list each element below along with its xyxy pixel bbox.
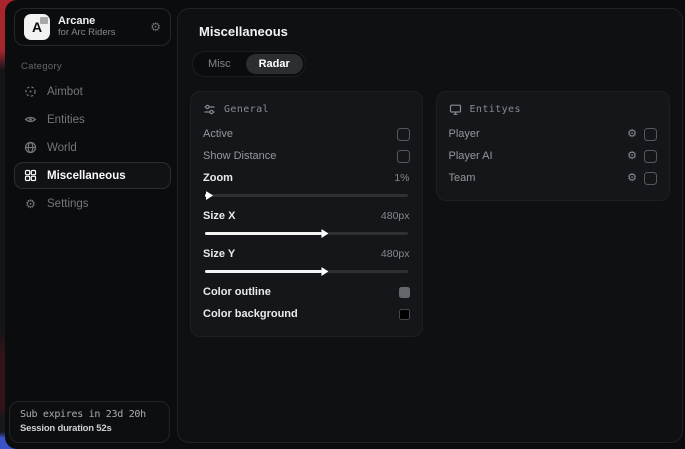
team-gear-icon[interactable]: ⚙ [627, 173, 637, 184]
desktop-background: A Arcane for Arc Riders ⚙ Category Aimbo… [0, 0, 685, 449]
session-duration-text: Session duration 52s [20, 423, 159, 434]
sidebar-item-miscellaneous[interactable]: Miscellaneous [14, 162, 171, 189]
size-x-label: Size X [203, 210, 235, 222]
zoom-slider-thumb[interactable] [206, 191, 213, 200]
color-background-swatch[interactable] [399, 309, 410, 320]
settings-gear-icon[interactable]: ⚙ [150, 20, 161, 34]
player-ai-gear-icon[interactable]: ⚙ [627, 151, 637, 162]
globe-icon [24, 141, 37, 154]
crosshair-icon [24, 85, 37, 98]
active-label: Active [203, 128, 233, 140]
team-checkbox[interactable] [644, 172, 657, 185]
zoom-value: 1% [394, 172, 409, 184]
page-title: Miscellaneous [199, 24, 670, 39]
sidebar-item-label: Entities [47, 114, 85, 126]
logo-notch [40, 17, 48, 24]
sidebar-item-label: Miscellaneous [47, 170, 126, 182]
app-name: Arcane [58, 15, 142, 28]
color-outline-row: Color outline [203, 281, 410, 303]
size-x-slider-thumb[interactable] [321, 229, 328, 238]
entities-card: Entityes Player ⚙ Player AI ⚙ [436, 91, 671, 201]
size-x-slider[interactable] [205, 228, 408, 238]
color-background-label: Color background [203, 308, 298, 320]
sub-expires-text: Sub expires in 23d 20h [20, 409, 159, 420]
monitor-icon [449, 103, 462, 116]
sidebar-item-label: Aimbot [47, 86, 83, 98]
player-checkbox[interactable] [644, 128, 657, 141]
active-checkbox[interactable] [397, 128, 410, 141]
scan-eye-icon [24, 113, 37, 126]
sidebar-item-label: Settings [47, 198, 89, 210]
show-distance-label: Show Distance [203, 150, 276, 162]
zoom-slider-track[interactable] [205, 194, 408, 197]
show-distance-row: Show Distance [203, 145, 410, 167]
sidebar-item-aimbot[interactable]: Aimbot [14, 78, 171, 105]
size-y-slider-thumb[interactable] [321, 267, 328, 276]
player-ai-label: Player AI [449, 150, 493, 162]
zoom-label: Zoom [203, 172, 233, 184]
player-ai-row: Player AI ⚙ [449, 145, 658, 167]
main-panel: Miscellaneous Misc Radar Gene [177, 8, 683, 443]
size-y-value: 480px [381, 248, 410, 260]
player-ai-checkbox[interactable] [644, 150, 657, 163]
gear-icon: ⚙ [24, 197, 37, 210]
color-outline-label: Color outline [203, 286, 271, 298]
app-window: A Arcane for Arc Riders ⚙ Category Aimbo… [5, 0, 685, 449]
app-tagline: for Arc Riders [58, 28, 142, 39]
general-card-header: General [203, 103, 410, 116]
sidebar-item-world[interactable]: World [14, 134, 171, 161]
zoom-row: Zoom 1% [203, 167, 410, 189]
general-card-title: General [224, 104, 269, 115]
player-row: Player ⚙ [449, 123, 658, 145]
general-card: General Active Show Distance Zoom 1% [190, 91, 423, 337]
entities-card-title: Entityes [470, 104, 521, 115]
entities-card-header: Entityes [449, 103, 658, 116]
team-label: Team [449, 172, 476, 184]
size-y-row: Size Y 480px [203, 243, 410, 265]
team-controls: ⚙ [627, 172, 657, 185]
subscription-info-card: Sub expires in 23d 20h Session duration … [9, 401, 170, 443]
sidebar-item-settings[interactable]: ⚙ Settings [14, 190, 171, 217]
grid-icon [24, 169, 37, 182]
team-row: Team ⚙ [449, 167, 658, 189]
color-outline-swatch[interactable] [399, 287, 410, 298]
tab-misc[interactable]: Misc [195, 54, 244, 74]
category-label: Category [21, 61, 171, 72]
player-gear-icon[interactable]: ⚙ [627, 129, 637, 140]
sidebar-item-entities[interactable]: Entities [14, 106, 171, 133]
sidebar-nav: Aimbot Entities Wo [14, 78, 171, 217]
player-label: Player [449, 128, 480, 140]
zoom-slider[interactable] [205, 190, 408, 200]
size-x-slider-fill [205, 232, 322, 235]
zoom-slider-fill [205, 194, 207, 197]
size-x-value: 480px [381, 210, 410, 222]
player-ai-controls: ⚙ [627, 150, 657, 163]
player-controls: ⚙ [627, 128, 657, 141]
tab-bar: Misc Radar [192, 51, 306, 77]
size-y-slider-fill [205, 270, 322, 273]
size-y-slider[interactable] [205, 266, 408, 276]
app-logo: A [24, 14, 50, 40]
size-x-row: Size X 480px [203, 205, 410, 227]
cards-row: General Active Show Distance Zoom 1% [190, 91, 670, 337]
color-background-row: Color background [203, 303, 410, 325]
active-row: Active [203, 123, 410, 145]
sidebar: A Arcane for Arc Riders ⚙ Category Aimbo… [5, 0, 177, 449]
sliders-icon [203, 103, 216, 116]
app-header-card: A Arcane for Arc Riders ⚙ [14, 8, 171, 46]
size-y-label: Size Y [203, 248, 235, 260]
app-meta: Arcane for Arc Riders [58, 15, 142, 39]
tab-radar[interactable]: Radar [246, 54, 303, 74]
show-distance-checkbox[interactable] [397, 150, 410, 163]
sidebar-item-label: World [47, 142, 77, 154]
